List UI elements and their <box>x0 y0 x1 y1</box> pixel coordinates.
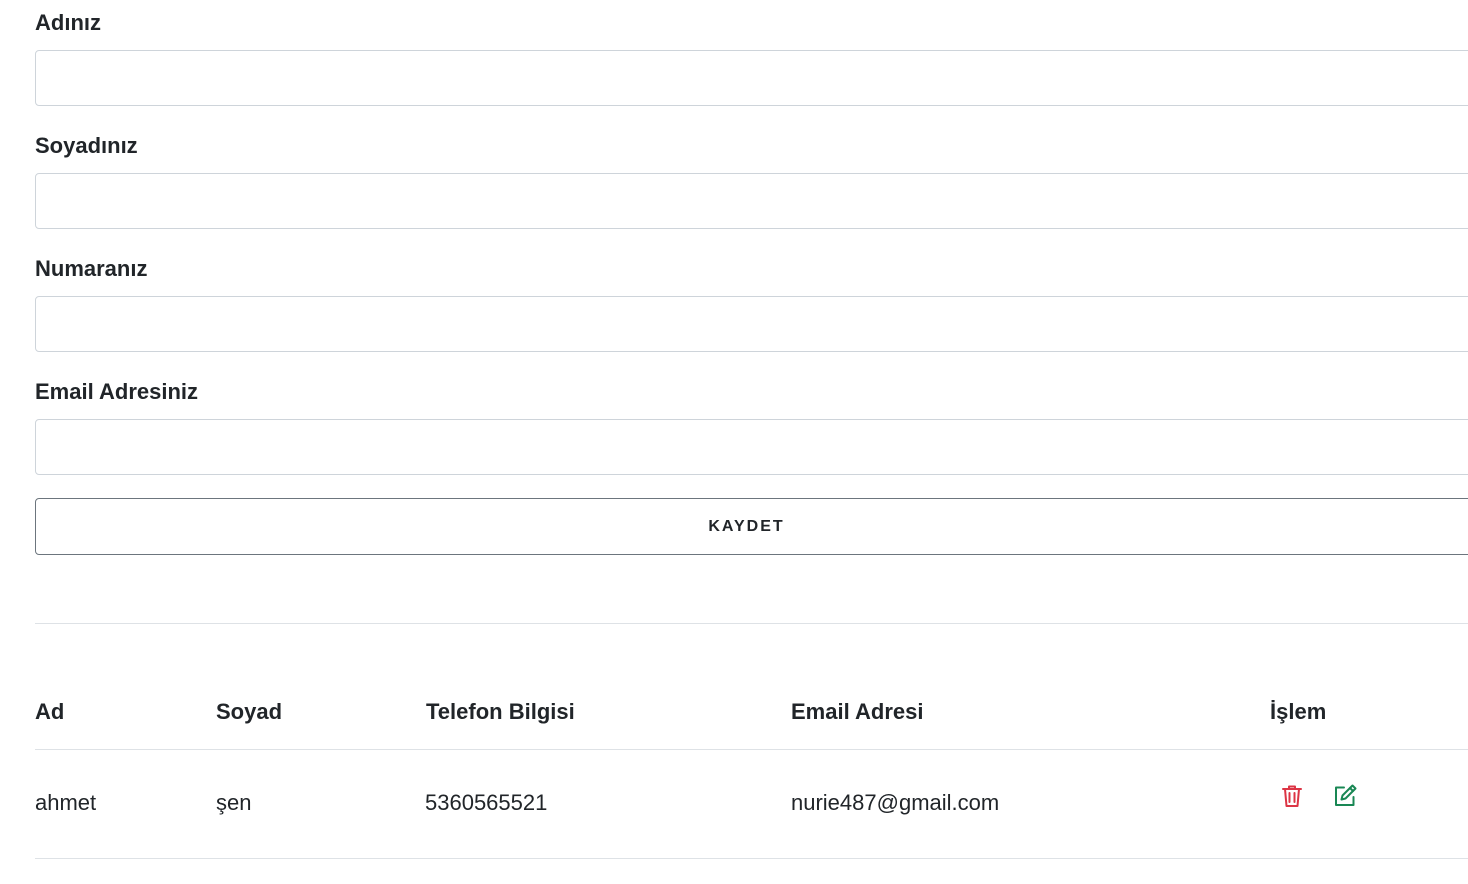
last-name-input[interactable] <box>35 173 1468 229</box>
save-button[interactable]: KAYDET <box>35 498 1468 555</box>
column-header-soyad: Soyad <box>216 699 283 724</box>
first-name-label: Adınız <box>35 10 101 35</box>
cell-email: nurie487@gmail.com <box>791 790 1000 815</box>
column-header-islem: İşlem <box>1270 699 1327 724</box>
edit-icon[interactable] <box>1331 782 1359 810</box>
cell-ad: ahmet <box>35 790 97 815</box>
first-name-input[interactable] <box>35 50 1468 106</box>
last-name-label: Soyadınız <box>35 133 138 158</box>
trash-icon[interactable] <box>1278 782 1306 810</box>
header-separator <box>35 749 1468 750</box>
cell-soyad: şen <box>216 790 252 815</box>
column-header-ad: Ad <box>35 699 65 724</box>
phone-label: Numaranız <box>35 256 148 281</box>
column-header-telefon: Telefon Bilgisi <box>426 699 575 724</box>
row-separator <box>35 858 1468 859</box>
contact-form-page: Adınız Soyadınız Numaranız Email Adresin… <box>0 0 1468 884</box>
phone-input[interactable] <box>35 296 1468 352</box>
column-header-email: Email Adresi <box>791 699 924 724</box>
email-label: Email Adresiniz <box>35 379 199 404</box>
cell-telefon: 5360565521 <box>425 790 548 815</box>
email-input[interactable] <box>35 419 1468 475</box>
section-divider <box>35 623 1468 624</box>
